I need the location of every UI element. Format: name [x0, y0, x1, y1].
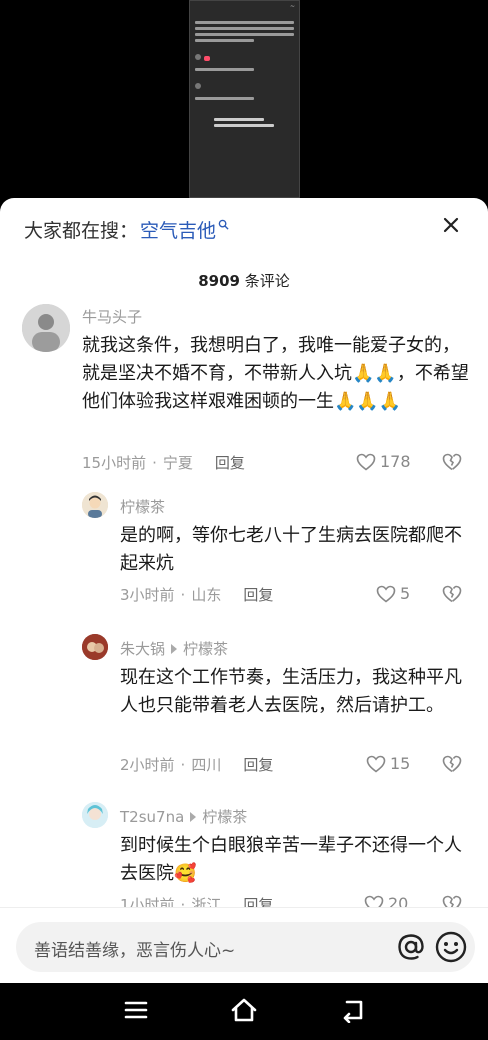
system-navigation-bar: [0, 983, 488, 1040]
mention-at-icon[interactable]: [396, 932, 426, 962]
comment-username[interactable]: 牛马头子: [82, 306, 142, 327]
comment-text: 就我这条件，我想明白了，我唯一能爱子女的，就是坚决不婚不育，不带新人入坑🙏🙏，不…: [82, 335, 469, 412]
like-button[interactable]: 178: [356, 452, 411, 471]
home-icon[interactable]: [230, 997, 258, 1023]
dislike-button[interactable]: [442, 453, 462, 475]
close-icon: [443, 217, 459, 233]
search-term-link[interactable]: 空气吉他: [140, 216, 229, 243]
like-count: 178: [380, 452, 411, 471]
reply-button[interactable]: 回复: [243, 584, 273, 605]
like-count: 5: [400, 584, 411, 603]
reply-button[interactable]: 回复: [215, 452, 245, 473]
comment-meta: 15小时前 · 宁夏 回复: [82, 452, 245, 473]
reply-time: 3小时前: [120, 586, 175, 604]
avatar[interactable]: [82, 634, 108, 660]
comment-count: 8909 条评论: [0, 270, 488, 291]
comment-count-number: 8909: [198, 272, 240, 290]
dislike-button[interactable]: [442, 755, 462, 777]
reply-text: 是的啊，等你七老八十了生病去医院都爬不起来炕: [120, 525, 462, 574]
reply-arrow-icon: [171, 643, 178, 654]
video-thumbnail[interactable]: ~: [189, 0, 300, 198]
reply-meta: 2小时前 · 四川 回复: [120, 754, 274, 775]
search-term-label: 空气吉他: [140, 220, 217, 242]
broken-heart-icon: [442, 453, 462, 471]
reply-username[interactable]: T2su7na 柠檬茶: [120, 806, 247, 827]
avatar[interactable]: [22, 304, 70, 352]
like-button[interactable]: 5: [376, 584, 410, 603]
comment-sheet: 大家都在搜： 空气吉他 8909 条评论 牛马头子 就我这条件，我想明白了，我唯…: [0, 198, 488, 983]
reply-meta: 3小时前 · 山东 回复: [120, 584, 274, 605]
reply-target: 柠檬茶: [202, 808, 248, 826]
video-watermark: ~: [289, 3, 295, 10]
broken-heart-icon: [442, 585, 462, 603]
comment-input-placeholder: 善语结善缘，恶言伤人心~: [34, 941, 236, 961]
avatar[interactable]: [82, 802, 108, 828]
dislike-button[interactable]: [442, 585, 462, 607]
comment-time: 15小时前: [82, 454, 147, 472]
heart-icon: [366, 755, 386, 773]
reply-location: 四川: [191, 756, 222, 774]
reply-text: 现在这个工作节奏，生活压力，我这种平凡人也只能带着老人去医院，然后请护工。: [120, 667, 462, 716]
comment-input-bar: 善语结善缘，恶言伤人心~: [0, 907, 488, 984]
video-comment-preview: [195, 21, 294, 42]
menu-icon[interactable]: [123, 997, 149, 1023]
broken-heart-icon: [442, 755, 462, 773]
search-suggestion[interactable]: 大家都在搜： 空气吉他: [24, 216, 229, 243]
reply-username[interactable]: 柠檬茶: [120, 496, 165, 517]
reply-button[interactable]: 回复: [243, 754, 273, 775]
reply-time: 2小时前: [120, 756, 175, 774]
search-icon: [218, 219, 229, 230]
heart-icon: [356, 453, 376, 471]
like-button[interactable]: 15: [366, 754, 410, 773]
reply-arrow-icon: [190, 811, 197, 822]
comment-location: 宁夏: [162, 454, 193, 472]
back-icon[interactable]: [340, 997, 366, 1023]
like-count: 15: [390, 754, 411, 773]
comment-count-suffix: 条评论: [244, 272, 290, 290]
emoji-icon[interactable]: [434, 930, 468, 964]
search-prefix: 大家都在搜：: [24, 220, 139, 242]
reply-text: 到时候生个白眼狼辛苦一辈子不还得一个人去医院🥰: [120, 835, 462, 884]
close-button[interactable]: [438, 212, 464, 238]
reply-target: 柠檬茶: [183, 640, 229, 658]
reply-username[interactable]: 朱大锅 柠檬茶: [120, 638, 228, 659]
reply-location: 山东: [191, 586, 222, 604]
video-caption: [214, 115, 274, 130]
heart-icon: [376, 585, 396, 603]
avatar[interactable]: [82, 492, 108, 518]
comment-input[interactable]: 善语结善缘，恶言伤人心~: [16, 922, 475, 972]
